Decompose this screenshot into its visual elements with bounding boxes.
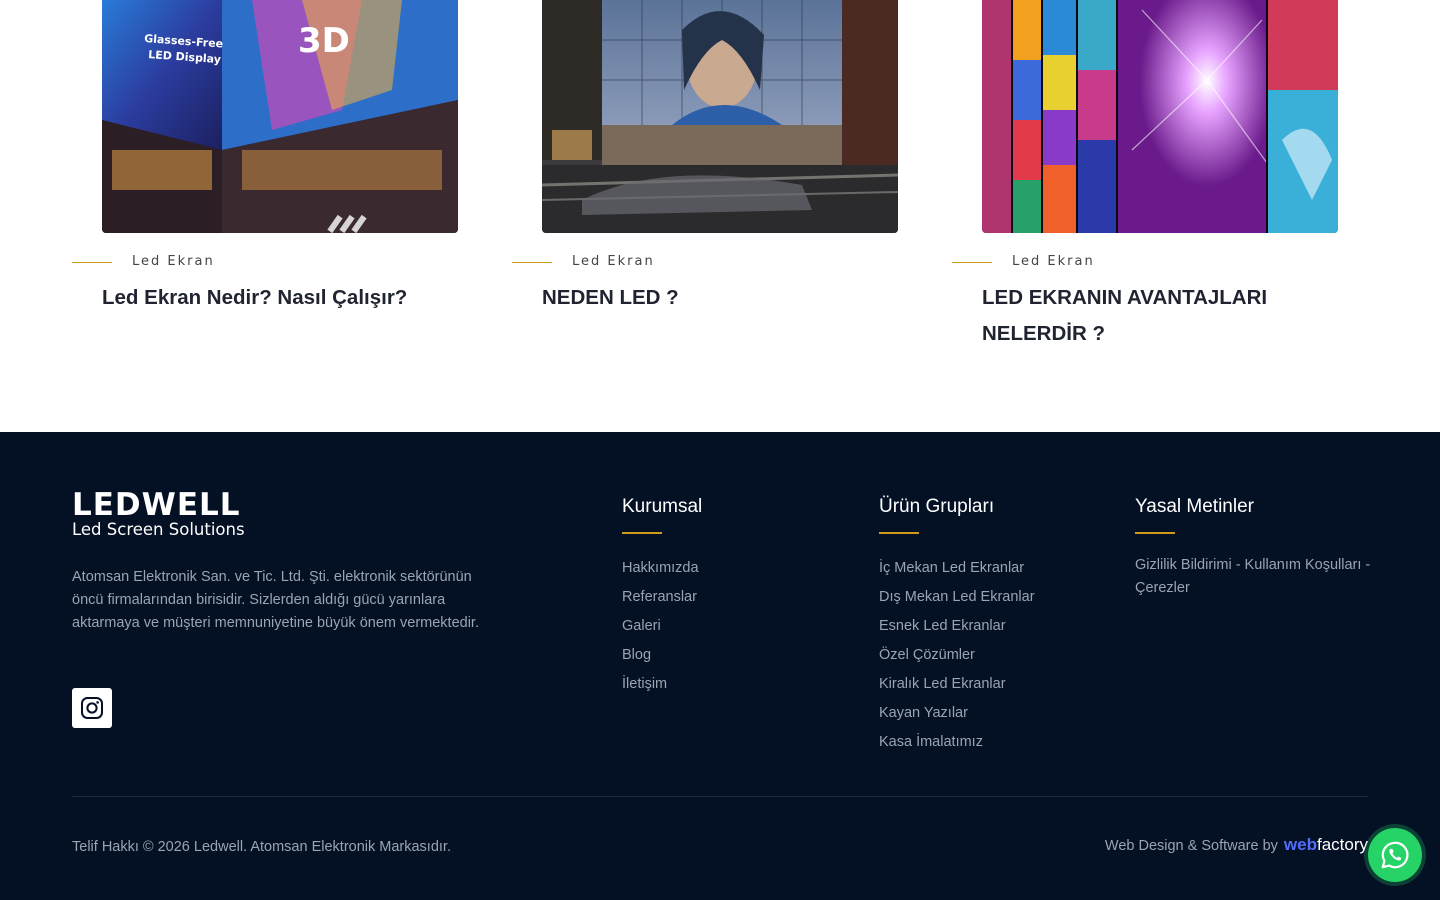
- footer-column-urun-gruplari: Ürün Grupları İç Mekan Led Ekranlar Dış …: [879, 494, 1035, 757]
- footer-divider: [72, 796, 1368, 797]
- footer-column-kurumsal: Kurumsal Hakkımızda Referanslar Galeri B…: [622, 494, 702, 699]
- blog-card-image[interactable]: Glasses-Free LED Display 3D: [102, 0, 458, 233]
- card-category[interactable]: Led Ekran: [132, 254, 215, 269]
- logo-wordmark: LEDWELL: [72, 487, 241, 523]
- site-footer: LEDWELL Led Screen Solutions Atomsan Ele…: [0, 432, 1440, 900]
- footer-link-kasa-imalati[interactable]: Kasa İmalatımız: [879, 728, 1035, 757]
- title-underline: [879, 532, 919, 534]
- footer-column-yasal: Yasal Metinler Gizlilik Bildirimi - Kull…: [1135, 494, 1371, 600]
- blog-card-image[interactable]: [542, 0, 898, 233]
- title-underline: [1135, 532, 1175, 534]
- footer-link-esnek[interactable]: Esnek Led Ekranlar: [879, 612, 1035, 641]
- blog-section: Glasses-Free LED Display 3D Led Ekran Le…: [0, 0, 1440, 432]
- instagram-link[interactable]: [72, 688, 112, 728]
- blog-card-image[interactable]: [982, 0, 1338, 233]
- column-title: Kurumsal: [622, 496, 703, 517]
- footer-link-ozel-cozumler[interactable]: Özel Çözümler: [879, 641, 1035, 670]
- category-line: [512, 262, 552, 263]
- footer-link-referanslar[interactable]: Referanslar: [622, 583, 702, 612]
- whatsapp-icon: [1381, 841, 1409, 869]
- footer-link-hakkimizda[interactable]: Hakkımızda: [622, 554, 702, 583]
- brand-web: web: [1283, 835, 1317, 854]
- led-building-facade-image: [542, 0, 898, 233]
- credit-prefix: Web Design & Software by: [1104, 838, 1278, 854]
- footer-link-kiralik[interactable]: Kiralık Led Ekranlar: [879, 670, 1035, 699]
- card-title[interactable]: Led Ekran Nedir? Nasıl Çalışır?: [102, 280, 458, 316]
- card-title[interactable]: NEDEN LED ?: [542, 280, 898, 316]
- webfactory-logo[interactable]: webfactory: [1284, 835, 1368, 855]
- footer-link-dis-mekan[interactable]: Dış Mekan Led Ekranlar: [879, 583, 1035, 612]
- title-underline: [622, 532, 662, 534]
- category-line: [72, 262, 112, 263]
- led-video-wall-image: [982, 0, 1338, 233]
- whatsapp-button[interactable]: [1368, 828, 1422, 882]
- column-title: Ürün Grupları: [879, 496, 995, 517]
- image-caption-3d: 3D: [298, 21, 350, 61]
- footer-link-blog[interactable]: Blog: [622, 641, 702, 670]
- logo-tagline: Led Screen Solutions: [72, 520, 245, 539]
- footer-link-galeri[interactable]: Galeri: [622, 612, 702, 641]
- footer-link-kayan-yazilar[interactable]: Kayan Yazılar: [879, 699, 1035, 728]
- category-line: [952, 262, 992, 263]
- footer-link-ic-mekan[interactable]: İç Mekan Led Ekranlar: [879, 554, 1035, 583]
- instagram-icon: [81, 697, 103, 719]
- card-category[interactable]: Led Ekran: [1012, 254, 1095, 269]
- led-3d-display-image: Glasses-Free LED Display 3D: [102, 0, 458, 233]
- copyright-text: Telif Hakkı © 2026 Ledwell. Atomsan Elek…: [72, 839, 451, 855]
- column-title: Yasal Metinler: [1135, 496, 1254, 517]
- card-category[interactable]: Led Ekran: [572, 254, 655, 269]
- brand-factory: factory: [1316, 835, 1368, 854]
- footer-link-iletisim[interactable]: İletişim: [622, 670, 702, 699]
- legal-links[interactable]: Gizlilik Bildirimi - Kullanım Koşulları …: [1135, 554, 1371, 600]
- company-description: Atomsan Elektronik San. ve Tic. Ltd. Şti…: [72, 569, 479, 631]
- footer-logo[interactable]: LEDWELL Led Screen Solutions: [72, 490, 245, 540]
- developer-credit[interactable]: Web Design & Software by webfactory: [1105, 835, 1368, 855]
- card-title[interactable]: LED EKRANIN AVANTAJLARI NELERDİR ?: [982, 280, 1338, 352]
